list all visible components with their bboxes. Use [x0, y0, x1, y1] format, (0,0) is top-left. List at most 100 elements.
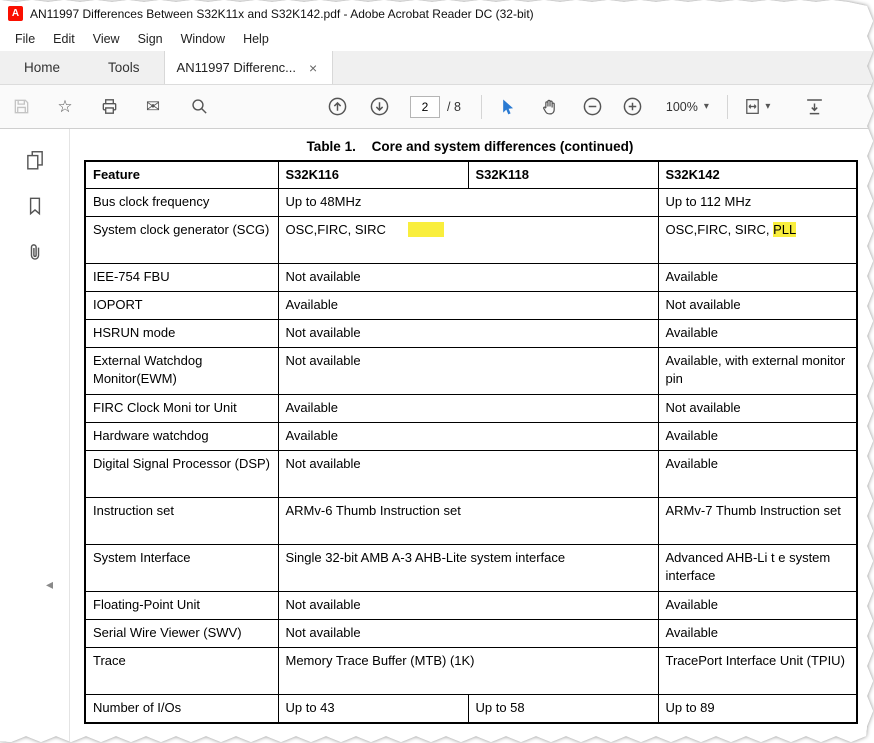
- zoom-in-button[interactable]: [618, 92, 648, 122]
- email-button[interactable]: ✉: [138, 92, 168, 122]
- feature-cell: FIRC Clock Moni tor Unit: [84, 394, 279, 424]
- attachments-button[interactable]: [18, 235, 52, 269]
- screenshot-shadow: A AN11997 Differences Between S32K11x an…: [0, 0, 874, 743]
- plus-circle-icon: [624, 97, 642, 116]
- cell-text: OSC,FIRC, SIRC: [285, 222, 386, 238]
- value-cell: Up to 43: [277, 694, 469, 724]
- cell-text: [386, 222, 408, 237]
- menu-window[interactable]: Window: [172, 29, 234, 49]
- chevron-down-icon: ▾: [703, 100, 709, 112]
- table-row: Trace Memory Trace Buffer (MTB) (1K) Trace…: [84, 647, 858, 696]
- feature-cell: HSRUN mode: [84, 319, 279, 349]
- reading-mode-button[interactable]: [800, 92, 830, 122]
- magnifier-icon: [191, 99, 207, 114]
- value-cell: Not available: [277, 263, 659, 293]
- value-cell: Available: [277, 394, 659, 424]
- feature-cell: Hardware watchdog: [84, 422, 279, 452]
- feature-cell: Serial Wire Viewer (SWV): [84, 619, 279, 649]
- page-thumbnails-button[interactable]: [18, 143, 52, 177]
- paperclip-icon: [30, 244, 39, 260]
- menu-sign[interactable]: Sign: [129, 29, 172, 49]
- feature-cell: Instruction set: [84, 497, 279, 546]
- table-row: Serial Wire Viewer (SWV) Not available Ava…: [84, 619, 858, 649]
- menu-help[interactable]: Help: [234, 29, 278, 49]
- table-row: Floating-Point Unit Not available Availabl…: [84, 591, 858, 621]
- close-tab-icon[interactable]: ×: [306, 60, 320, 76]
- zoom-out-button[interactable]: [578, 92, 608, 122]
- zoom-level-value: 100%: [665, 99, 698, 114]
- cell-text: OSC,FIRC, SIRC,: [665, 222, 774, 238]
- next-page-button[interactable]: [364, 92, 394, 122]
- tab-bar: Home Tools AN11997 Differenc... ×: [0, 51, 873, 85]
- column-header: S32K116: [277, 160, 469, 190]
- arrow-up-circle-icon: [328, 97, 346, 116]
- value-cell: Available: [657, 619, 858, 649]
- hand-tool-button[interactable]: [534, 92, 564, 122]
- feature-cell: External Watchdog Monitor(EWM): [84, 347, 279, 396]
- table-row: External Watchdog Monitor(EWM) Not availa…: [84, 347, 858, 396]
- value-cell: Up to 89: [657, 694, 858, 724]
- value-cell: Up to 112 MHz: [657, 188, 858, 218]
- menu-edit[interactable]: Edit: [44, 29, 84, 49]
- envelope-icon: ✉: [145, 97, 161, 116]
- value-cell: Not available: [277, 347, 659, 396]
- selection-tool-button[interactable]: [492, 92, 522, 122]
- document-table: Feature S32K116 S32K118 S32K142 Bus clock f…: [84, 160, 858, 724]
- chevron-down-icon: ▾: [765, 100, 771, 112]
- value-cell: Advanced AHB-Li t e system interface: [657, 544, 858, 593]
- feature-cell: Bus clock frequency: [84, 188, 279, 218]
- bookmarks-button[interactable]: [18, 189, 52, 223]
- fit-width-dropdown-button[interactable]: ▾: [736, 92, 778, 122]
- tab-home[interactable]: Home: [0, 51, 84, 84]
- table-row: Hardware watchdog Available Available: [84, 422, 858, 452]
- marquee-zoom-button[interactable]: [184, 92, 214, 122]
- hide-toolbar-icon: [807, 99, 823, 115]
- feature-cell: IEE-754 FBU: [84, 263, 279, 293]
- fit-width-icon: [746, 99, 760, 114]
- value-cell: Available: [657, 422, 858, 452]
- previous-page-button[interactable]: [322, 92, 352, 122]
- title-bar: A AN11997 Differences Between S32K11x an…: [0, 0, 873, 27]
- menu-file[interactable]: File: [6, 29, 44, 49]
- value-cell: Available: [657, 591, 858, 621]
- table-row: HSRUN mode Not available Available: [84, 319, 858, 349]
- toolbar-separator: [480, 94, 482, 119]
- value-cell: ARMv-6 Thumb Instruction set: [277, 497, 659, 546]
- table-caption-number: Table 1.: [306, 139, 356, 154]
- save-button[interactable]: [6, 92, 36, 122]
- menu-bar: File Edit View Sign Window Help: [0, 27, 873, 51]
- value-cell: Not available: [657, 394, 858, 424]
- table-caption-title: Core and system differences (continued): [371, 139, 634, 154]
- table-row: Bus clock frequency Up to 48MHz Up to 112 …: [84, 188, 858, 218]
- table-row: Digital Signal Processor (DSP) Not availa…: [84, 450, 858, 499]
- value-cell: OSC,FIRC, SIRC: [277, 216, 659, 265]
- tab-document[interactable]: AN11997 Differenc... ×: [163, 51, 334, 84]
- star-icon: ☆: [57, 97, 73, 116]
- print-button[interactable]: [94, 92, 124, 122]
- value-cell: Up to 58: [467, 694, 659, 724]
- pdf-page: Table 1. Core and system differences (co…: [70, 129, 873, 742]
- floppy-icon: [14, 99, 28, 114]
- value-cell: Not available: [277, 319, 659, 349]
- tab-tools[interactable]: Tools: [84, 51, 164, 84]
- zoom-level-dropdown[interactable]: 100% ▾: [660, 96, 715, 118]
- menu-view[interactable]: View: [84, 29, 129, 49]
- minus-circle-icon: [584, 97, 602, 116]
- window-title: AN11997 Differences Between S32K11x and …: [30, 6, 534, 21]
- value-cell: Available: [657, 263, 858, 293]
- value-cell: Up to 48MHz: [277, 188, 659, 218]
- table-row: System clock generator (SCG) OSC,FIRC, SI…: [84, 216, 858, 265]
- sidebar-collapse-handle[interactable]: ◂: [46, 577, 53, 591]
- printer-icon: [102, 99, 116, 114]
- value-cell: Not available: [277, 450, 659, 499]
- acrobat-logo-icon: A: [8, 6, 23, 21]
- highlighted-text: [407, 222, 444, 238]
- feature-cell: System Interface: [84, 544, 279, 593]
- page-number-input[interactable]: [410, 95, 440, 118]
- star-button[interactable]: ☆: [50, 92, 80, 122]
- table-row: FIRC Clock Moni tor Unit Available Not ava…: [84, 394, 858, 424]
- value-cell: Not available: [277, 619, 659, 649]
- value-cell: Single 32-bit AMB A-3 AHB-Lite system in…: [277, 544, 659, 593]
- table-row: Number of I/Os Up to 43 Up to 58 Up to 89: [84, 694, 858, 724]
- value-cell: Not available: [657, 291, 858, 321]
